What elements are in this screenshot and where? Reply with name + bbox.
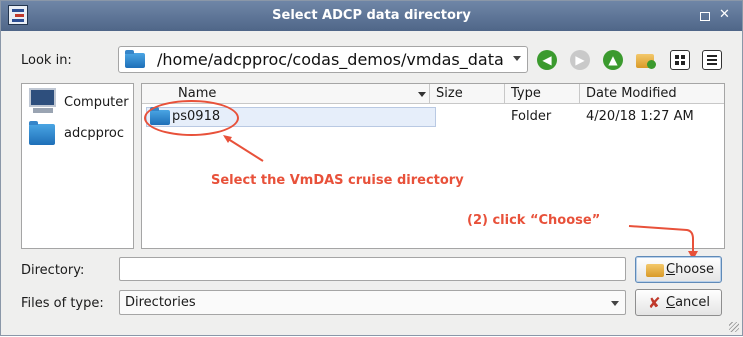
sidebar-item-computer[interactable]: Computer: [26, 86, 131, 120]
back-icon[interactable]: ◀: [537, 50, 557, 70]
annotation-ellipse: [144, 100, 239, 136]
places-sidebar: Computer adcpproc: [21, 83, 134, 249]
chevron-down-icon: [513, 56, 521, 61]
column-header-size[interactable]: Size: [430, 84, 505, 104]
look-in-path: /home/adcpproc/codas_demos/vmdas_data: [157, 50, 504, 69]
sidebar-item-adcpproc[interactable]: adcpproc: [26, 120, 131, 154]
row-date: 4/20/18 1:27 AM: [586, 109, 694, 124]
chevron-down-icon: [611, 301, 619, 306]
directory-field[interactable]: [119, 257, 626, 281]
folder-icon: [29, 121, 55, 145]
sidebar-item-label: Computer: [64, 95, 129, 110]
look-in-label: Look in:: [21, 53, 72, 68]
forward-icon[interactable]: ▶: [570, 50, 590, 70]
folder-icon: [125, 50, 145, 68]
close-icon[interactable]: ✕: [719, 7, 730, 22]
annotation-choose-hint: (2) click “Choose”: [467, 213, 601, 228]
row-type: Folder: [511, 109, 552, 124]
list-view-icon[interactable]: [670, 50, 690, 70]
annotation-select-hint: Select the VmDAS cruise directory: [211, 173, 464, 188]
folder-icon: [646, 264, 664, 277]
files-of-type-label: Files of type:: [21, 296, 104, 311]
title-bar[interactable]: Select ADCP data directory ✕: [1, 1, 742, 31]
file-chooser-dialog: Select ADCP data directory ✕ Look in: /h…: [0, 0, 743, 336]
directory-label: Directory:: [21, 263, 85, 278]
cancel-icon: ✘: [648, 294, 661, 312]
window-title: Select ADCP data directory: [272, 8, 471, 23]
look-in-combo[interactable]: /home/adcpproc/codas_demos/vmdas_data: [118, 46, 528, 73]
sidebar-item-label: adcpproc: [64, 126, 125, 141]
choose-button[interactable]: Choose: [635, 256, 722, 283]
files-of-type-select[interactable]: Directories: [119, 290, 626, 315]
computer-icon: [29, 88, 56, 107]
cancel-button[interactable]: ✘ Cancel: [635, 289, 722, 316]
new-folder-icon[interactable]: [636, 50, 656, 70]
column-header-type[interactable]: Type: [505, 84, 580, 104]
resize-grip[interactable]: [729, 322, 739, 332]
sort-arrow-icon: [418, 92, 426, 97]
up-folder-icon[interactable]: ▲: [603, 50, 623, 70]
column-header-date-modified[interactable]: Date Modified: [580, 84, 724, 104]
maximize-icon[interactable]: [700, 12, 710, 21]
details-view-icon[interactable]: [702, 50, 722, 70]
